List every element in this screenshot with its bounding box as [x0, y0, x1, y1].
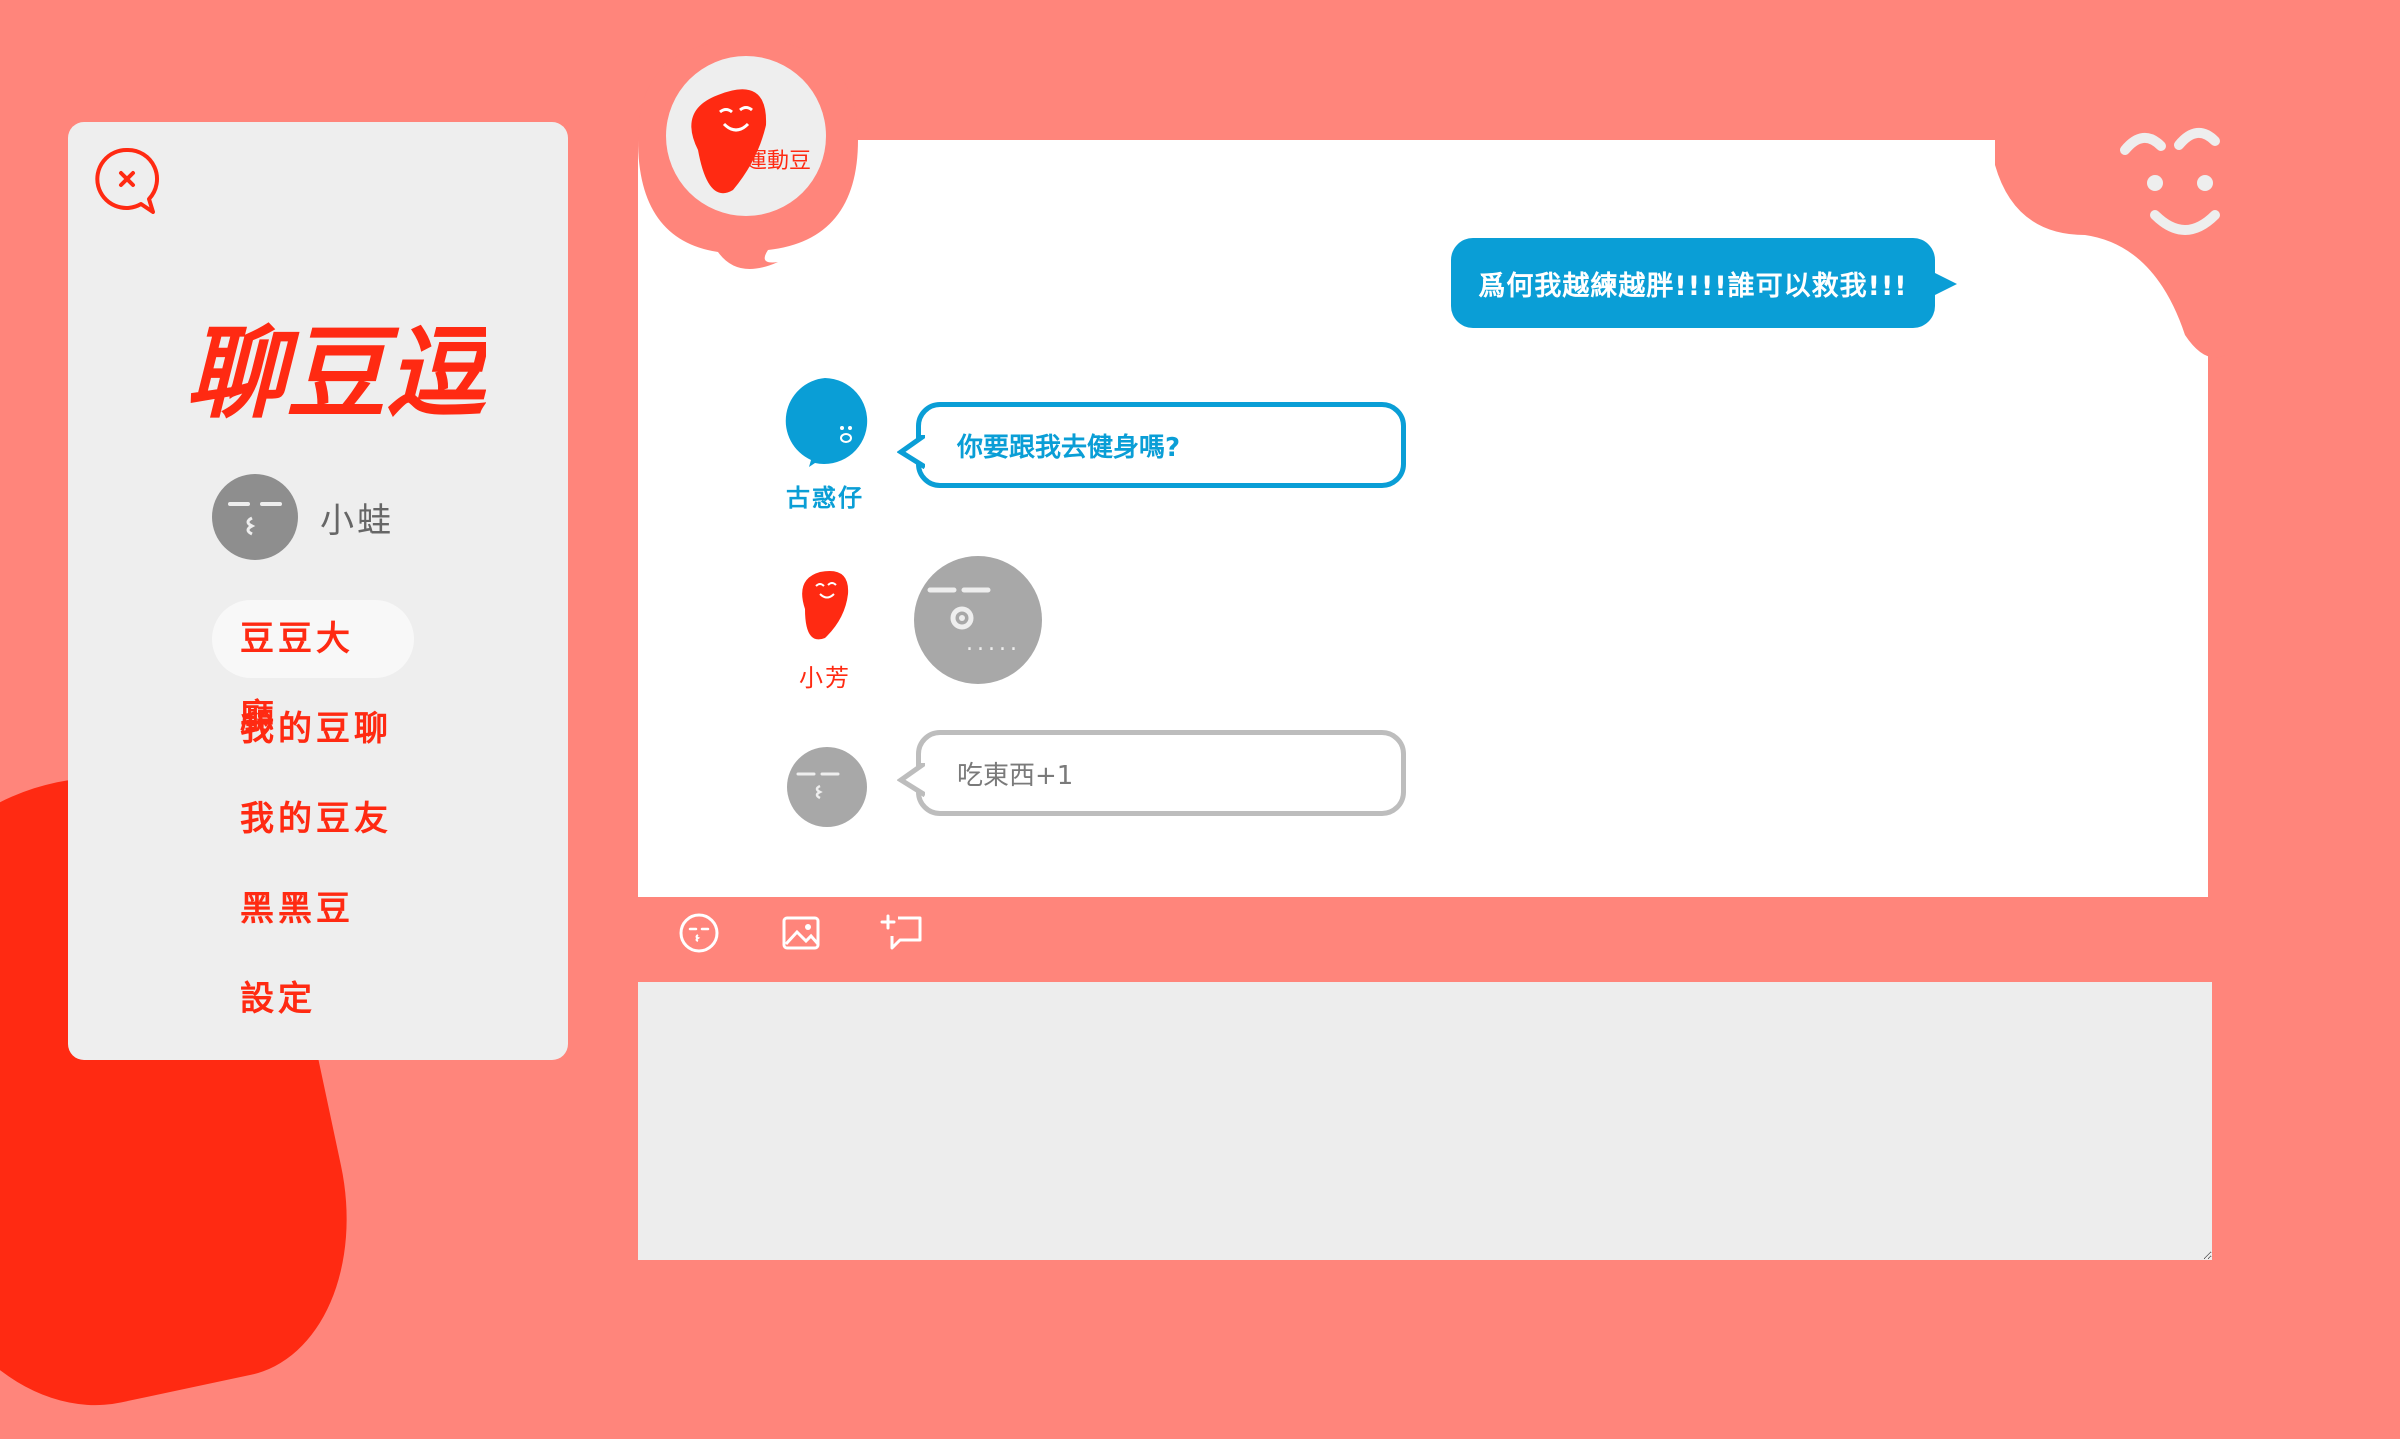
- emoji-icon[interactable]: [676, 910, 722, 956]
- svg-text:聊豆逗: 聊豆逗: [186, 314, 486, 432]
- svg-text:.....: .....: [966, 631, 1021, 656]
- bubble-tail: [897, 435, 925, 469]
- user-name: 小蛙: [320, 500, 394, 541]
- sidebar-nav: 豆豆大廳 我的豆聊 我的豆友 黑黑豆 設定: [212, 600, 512, 1050]
- gray-bean-face-icon: [228, 502, 282, 536]
- peer-gu-huo-zai[interactable]: 古惑仔: [780, 376, 870, 513]
- chat-panel: [638, 140, 2208, 897]
- message-text: 你要跟我去健身嗎?: [957, 432, 1181, 463]
- red-bean-smile-icon: [802, 570, 849, 640]
- room-badge: 運動豆: [638, 40, 858, 270]
- nav-item-my-friends[interactable]: 我的豆友: [212, 780, 512, 858]
- close-icon[interactable]: [92, 144, 162, 214]
- nav-item-lobby[interactable]: 豆豆大廳: [212, 600, 414, 737]
- peer-xiao-fang[interactable]: 小芳: [790, 564, 860, 693]
- brand-logo: 聊豆逗: [186, 314, 486, 432]
- message-outgoing: 爲何我越練越胖!!!!誰可以救我!!!: [1451, 238, 1957, 328]
- corner-face-decoration: [1995, 95, 2225, 358]
- svg-text:運動豆: 運動豆: [745, 149, 811, 174]
- chat-toolbar: [676, 910, 926, 960]
- nav-item-blacklist[interactable]: 黑黑豆: [212, 870, 512, 948]
- message-input[interactable]: [638, 982, 2212, 1260]
- peer-name: 古惑仔: [786, 484, 864, 512]
- add-comment-icon[interactable]: [880, 910, 926, 956]
- blue-bean-face-icon: [785, 378, 868, 467]
- nav-item-settings[interactable]: 設定: [212, 960, 512, 1038]
- message-text: 吃東西+1: [957, 760, 1074, 791]
- message-bubble: 你要跟我去健身嗎?: [897, 402, 1406, 488]
- message-bubble: 吃東西+1: [897, 730, 1406, 816]
- user-profile[interactable]: 小蛙: [212, 474, 394, 560]
- peer-name: 小芳: [799, 664, 851, 692]
- image-icon[interactable]: [778, 910, 824, 956]
- nav-item-my-chats[interactable]: 我的豆聊: [212, 690, 512, 768]
- user-avatar: [212, 474, 298, 560]
- sidebar: 聊豆逗 小蛙 豆豆大廳 我的豆聊 我的豆友 黑黑豆 設定: [68, 122, 568, 1060]
- gray-bean-sticker-icon: .....: [914, 556, 1042, 684]
- bubble-tail: [897, 763, 925, 797]
- gray-bean-face-icon[interactable]: [786, 746, 868, 828]
